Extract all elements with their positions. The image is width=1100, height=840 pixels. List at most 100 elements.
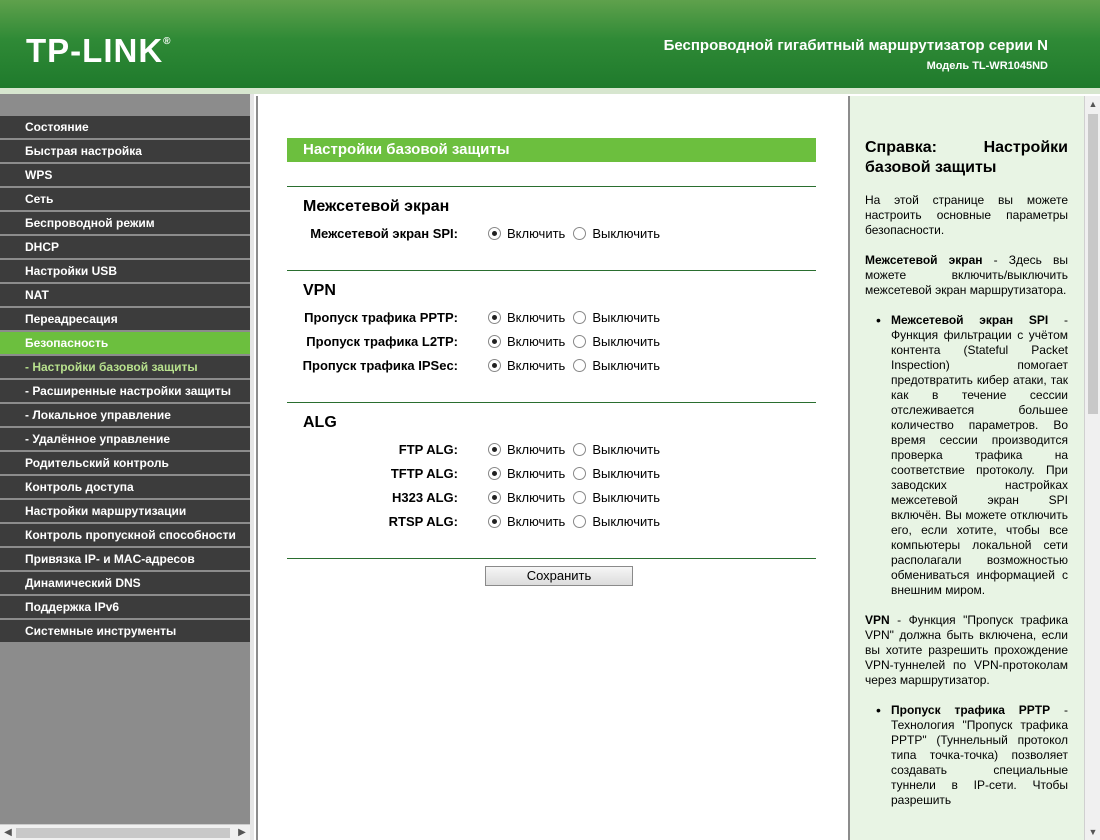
menu-item-security[interactable]: Безопасность [0, 332, 250, 356]
disable-label: Выключить [592, 358, 660, 373]
menu-item-ipv6[interactable]: Поддержка IPv6 [0, 596, 250, 620]
spi-firewall-radio-group: Включить Выключить [488, 226, 668, 241]
ipsec-radio-group: Включить Выключить [488, 358, 668, 373]
help-pptp-text: - Технология "Пропуск трафика PPTP" (Тун… [891, 703, 1068, 807]
help-spi-item: Межсетевой экран SPI - Функция фильтраци… [876, 313, 1068, 598]
menu-item-dhcp[interactable]: DHCP [0, 236, 250, 260]
menu-horizontal-scrollbar[interactable]: ◀ ▶ [0, 824, 250, 840]
ftp-alg-radio-group: Включить Выключить [488, 442, 668, 457]
spi-disable-radio[interactable] [573, 227, 587, 240]
rtsp-disable-radio[interactable] [573, 515, 587, 528]
pptp-label: Пропуск трафика PPTP: [304, 310, 458, 325]
section-alg-title: ALG [303, 414, 337, 431]
section-vpn-title: VPN [303, 282, 336, 299]
h323-disable-radio[interactable] [573, 491, 587, 504]
help-vpn-text: - Функция "Пропуск трафика VPN" должна б… [865, 613, 1068, 687]
help-pptp-term: Пропуск трафика PPTP [891, 703, 1051, 717]
menu-item-quick-setup[interactable]: Быстрая настройка [0, 140, 250, 164]
scroll-thumb[interactable] [16, 828, 230, 838]
menu-item-status[interactable]: Состояние [0, 116, 250, 140]
h323-alg-label: H323 ALG: [392, 490, 458, 505]
enable-label: Включить [507, 466, 566, 481]
help-spi-list: Межсетевой экран SPI - Функция фильтраци… [876, 313, 1068, 598]
disable-label: Выключить [592, 226, 660, 241]
disable-label: Выключить [592, 490, 660, 505]
help-pptp-item: Пропуск трафика PPTP - Технология "Пропу… [876, 703, 1068, 808]
tp-link-logo: TP-LINK® [26, 32, 172, 70]
help-vertical-scrollbar[interactable]: ▲ ▼ [1084, 96, 1100, 840]
menu-frame-border [250, 94, 254, 840]
ftp-enable-radio[interactable] [488, 443, 501, 456]
enable-label: Включить [507, 334, 566, 349]
header-banner: TP-LINK® Беспроводной гигабитный маршрут… [0, 0, 1100, 88]
disable-label: Выключить [592, 310, 660, 325]
tftp-enable-radio[interactable] [488, 467, 501, 480]
help-title: Справка: Настройки базовой защиты [865, 139, 1068, 176]
ipsec-disable-radio[interactable] [573, 359, 587, 372]
tftp-alg-radio-group: Включить Выключить [488, 466, 668, 481]
rtsp-enable-radio[interactable] [488, 515, 501, 528]
scroll-thumb[interactable] [1088, 114, 1098, 414]
logo-text: TP-LINK [26, 32, 164, 69]
l2tp-label: Пропуск трафика L2TP: [306, 334, 458, 349]
menu-item-parental-control[interactable]: Родительский контроль [0, 452, 250, 476]
menu-item-wireless[interactable]: Беспроводной режим [0, 212, 250, 236]
disable-label: Выключить [592, 514, 660, 529]
menu-item-advanced-security[interactable]: - Расширенные настройки защиты [0, 380, 250, 404]
help-content: Справка: Настройки базовой защиты На это… [865, 138, 1068, 823]
menu-item-forwarding[interactable]: Переадресация [0, 308, 250, 332]
scroll-right-icon[interactable]: ▶ [234, 825, 250, 840]
menu-item-routing[interactable]: Настройки маршрутизации [0, 500, 250, 524]
menu-item-bandwidth-control[interactable]: Контроль пропускной способности [0, 524, 250, 548]
menu-item-remote-management[interactable]: - Удалённое управление [0, 428, 250, 452]
ipsec-enable-radio[interactable] [488, 359, 501, 372]
sidebar-menu: Состояние Быстрая настройка WPS Сеть Бес… [0, 94, 254, 840]
divider [287, 270, 816, 271]
help-intro: На этой странице вы можете настроить осн… [865, 193, 1068, 237]
menu-list: Состояние Быстрая настройка WPS Сеть Бес… [0, 116, 254, 644]
enable-label: Включить [507, 442, 566, 457]
menu-item-wps[interactable]: WPS [0, 164, 250, 188]
page-title: Настройки базовой защиты [287, 138, 816, 162]
scroll-down-icon[interactable]: ▼ [1085, 824, 1100, 840]
menu-item-system-tools[interactable]: Системные инструменты [0, 620, 250, 644]
menu-item-local-management[interactable]: - Локальное управление [0, 404, 250, 428]
menu-item-ddns[interactable]: Динамический DNS [0, 572, 250, 596]
help-firewall-term: Межсетевой экран [865, 253, 983, 267]
menu-top-spacer [0, 94, 254, 116]
h323-alg-radio-group: Включить Выключить [488, 490, 668, 505]
tftp-alg-label: TFTP ALG: [390, 466, 458, 481]
pptp-enable-radio[interactable] [488, 311, 501, 324]
scroll-left-icon[interactable]: ◀ [0, 825, 16, 840]
menu-item-usb-settings[interactable]: Настройки USB [0, 260, 250, 284]
ipsec-label: Пропуск трафика IPSec: [302, 358, 458, 373]
menu-item-basic-security[interactable]: - Настройки базовой защиты [0, 356, 250, 380]
spi-firewall-label: Межсетевой экран SPI: [310, 226, 458, 241]
pptp-radio-group: Включить Выключить [488, 310, 668, 325]
menu-item-access-control[interactable]: Контроль доступа [0, 476, 250, 500]
menu-item-network[interactable]: Сеть [0, 188, 250, 212]
l2tp-enable-radio[interactable] [488, 335, 501, 348]
help-spi-text: - Функция фильтрации с учётом контента (… [891, 313, 1068, 597]
rtsp-alg-label: RTSP ALG: [388, 514, 458, 529]
rtsp-alg-radio-group: Включить Выключить [488, 514, 668, 529]
l2tp-disable-radio[interactable] [573, 335, 587, 348]
l2tp-radio-group: Включить Выключить [488, 334, 668, 349]
ftp-disable-radio[interactable] [573, 443, 587, 456]
main-content: Настройки базовой защиты Межсетевой экра… [256, 96, 848, 840]
tftp-disable-radio[interactable] [573, 467, 587, 480]
disable-label: Выключить [592, 442, 660, 457]
spi-enable-radio[interactable] [488, 227, 501, 240]
enable-label: Включить [507, 358, 566, 373]
menu-item-ip-mac-binding[interactable]: Привязка IP- и MAC-адресов [0, 548, 250, 572]
menu-item-nat[interactable]: NAT [0, 284, 250, 308]
enable-label: Включить [507, 226, 566, 241]
save-button[interactable]: Сохранить [485, 566, 633, 586]
h323-enable-radio[interactable] [488, 491, 501, 504]
divider [287, 186, 816, 187]
scroll-up-icon[interactable]: ▲ [1085, 96, 1100, 112]
pptp-disable-radio[interactable] [573, 311, 587, 324]
help-panel: Справка: Настройки базовой защиты На это… [848, 96, 1100, 840]
help-firewall-paragraph: Межсетевой экран - Здесь вы можете включ… [865, 253, 1068, 298]
divider [287, 402, 816, 403]
